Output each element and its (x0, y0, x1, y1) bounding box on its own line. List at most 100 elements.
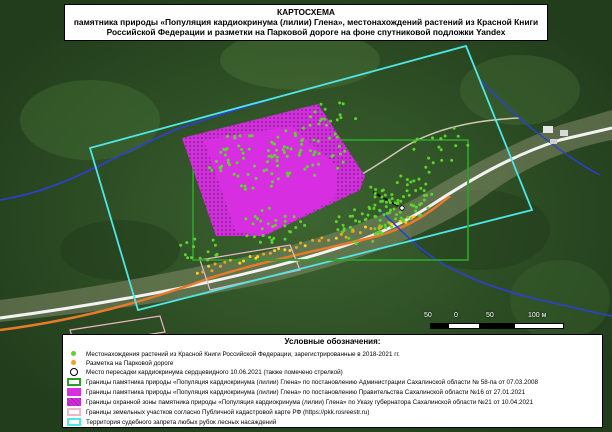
legend: Условные обозначения: Местонахождения ра… (62, 334, 603, 428)
map-point (299, 220, 303, 224)
map-point (347, 236, 351, 240)
map-point (241, 151, 245, 155)
map-point (271, 180, 274, 184)
map-point (276, 135, 280, 139)
scale-label: 50 (424, 312, 432, 319)
map-point (237, 144, 241, 148)
map-point (268, 251, 272, 255)
map-point (294, 134, 298, 138)
map-point (299, 148, 303, 152)
map-point (380, 195, 384, 199)
map-point (323, 107, 327, 111)
map-point (368, 207, 372, 211)
map-point (419, 186, 423, 190)
scale-label: 50 (486, 312, 494, 319)
map-title: КАРТОСХЕМА памятника природы «Популяция … (64, 4, 548, 41)
legend-item: Границы земельных участков согласно Публ… (67, 407, 369, 417)
map-point (395, 181, 399, 185)
orange-dot-symbol (67, 359, 81, 367)
map-point (270, 172, 274, 176)
transplant-place (399, 205, 405, 211)
map-point (390, 222, 394, 226)
map-point (266, 222, 270, 226)
map-point (260, 227, 264, 231)
map-point (256, 255, 260, 259)
map-point (192, 245, 196, 249)
map-point (215, 252, 219, 256)
map-point (431, 136, 434, 140)
legend-item-text: Границы охранной зоны памятника природы … (86, 398, 534, 406)
map-point (388, 211, 392, 214)
map-point (251, 186, 255, 190)
map-point (274, 218, 278, 222)
map-point (301, 138, 305, 142)
map-point (353, 240, 357, 244)
map-point (282, 145, 286, 149)
map-point (262, 169, 266, 173)
map-point (258, 240, 262, 244)
map-point (190, 256, 194, 260)
map-point (206, 258, 210, 262)
map-point (341, 223, 345, 227)
map-point (379, 200, 383, 203)
map-point (425, 193, 428, 197)
map-point (418, 203, 422, 207)
map-point (308, 123, 312, 127)
legend-item: Границы памятника природы «Популяция кар… (67, 377, 538, 387)
map-point (226, 134, 230, 138)
map-point (275, 148, 278, 152)
map-point (344, 235, 348, 239)
map-point (214, 159, 218, 163)
map-point (269, 154, 273, 158)
map-point (348, 225, 352, 229)
map-point (412, 204, 416, 208)
map-point (406, 215, 410, 219)
map-point (186, 256, 190, 260)
map-point (317, 152, 321, 156)
circle-symbol (67, 368, 81, 376)
map-point (298, 151, 302, 155)
map-point (373, 195, 377, 199)
map-point (247, 134, 251, 138)
map-point (219, 150, 223, 154)
map-point (396, 198, 400, 202)
map-point (392, 207, 396, 211)
map-point (281, 148, 285, 152)
map-point (379, 231, 383, 235)
map-point (267, 206, 271, 210)
map-point (286, 174, 290, 178)
map-point (371, 239, 375, 243)
map-point (431, 161, 435, 165)
map-point (232, 172, 236, 176)
map-point (316, 139, 320, 143)
map-point (374, 188, 378, 191)
map-point (244, 217, 248, 221)
map-point (261, 234, 265, 238)
map-point (266, 160, 269, 164)
legend-item-text: Место пересадки кардиокринума сердцевидн… (86, 368, 343, 376)
map-point (319, 102, 323, 106)
map-point (364, 225, 367, 229)
map-point (300, 142, 304, 146)
map-point (317, 122, 321, 126)
map-point (399, 174, 403, 178)
map-point (323, 117, 327, 121)
map-point (183, 253, 187, 257)
map-point (390, 197, 394, 201)
map-point (254, 176, 258, 180)
map-point (241, 156, 245, 160)
map-point (338, 101, 342, 105)
map-point (213, 243, 217, 247)
map-point (266, 149, 270, 153)
legend-item-text: Границы памятника природы «Популяция кар… (86, 378, 539, 386)
map-point (364, 217, 368, 221)
map-point (412, 147, 416, 151)
map-point (273, 153, 277, 157)
map-point (198, 256, 202, 260)
green-dot-symbol (67, 350, 81, 358)
map-point (384, 226, 388, 230)
map-point (193, 237, 197, 241)
map-point (240, 148, 244, 151)
map-point (318, 119, 322, 123)
map-point (427, 156, 431, 160)
